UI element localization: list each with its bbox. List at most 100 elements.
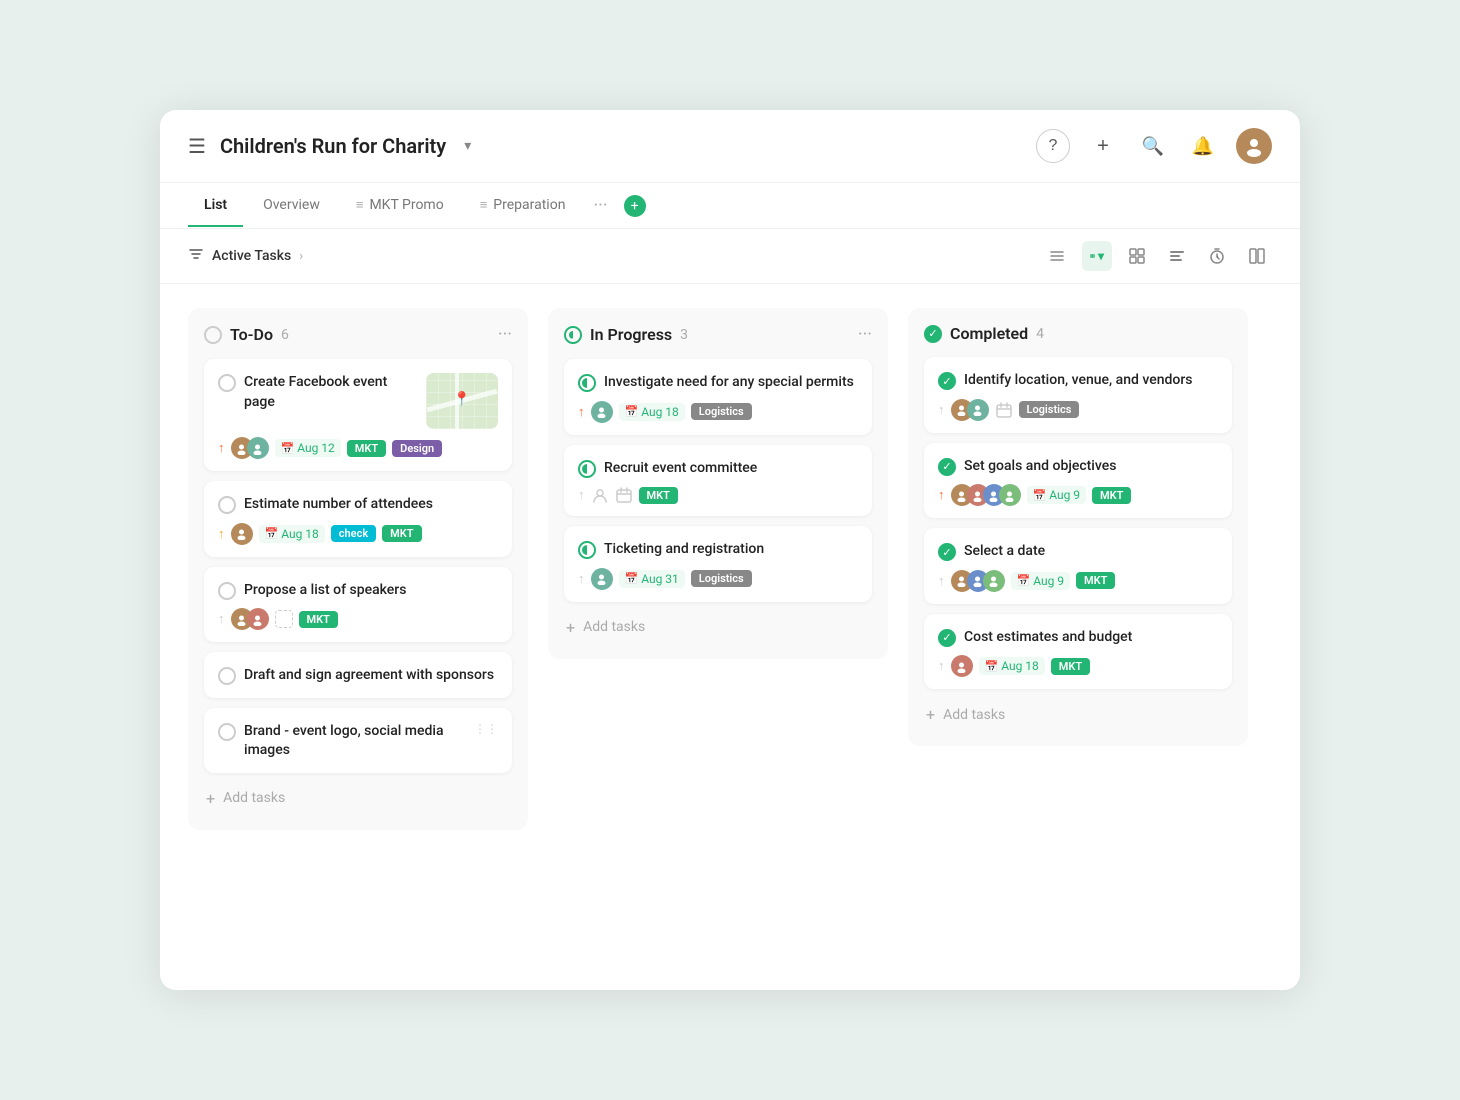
add-tasks-button-inprogress[interactable]: + Add tasks [564, 612, 872, 643]
task-title: Propose a list of speakers [244, 581, 406, 601]
view-list-icon[interactable] [1042, 241, 1072, 271]
task-checkbox[interactable] [578, 460, 596, 478]
task-checkbox[interactable]: ✓ [938, 543, 956, 561]
priority-up-icon: ↑ [218, 611, 225, 627]
task-checkbox[interactable] [578, 374, 596, 392]
calendar-icon: 📅 [625, 572, 639, 585]
task-title: Select a date [964, 542, 1045, 562]
todo-column-title: To-Do [230, 325, 273, 344]
tag-logistics[interactable]: Logistics [691, 403, 752, 420]
search-button[interactable]: 🔍 [1136, 129, 1170, 163]
view-grid-icon[interactable] [1122, 241, 1152, 271]
filter-icon [188, 246, 204, 266]
task-meta: ↑ [938, 484, 1218, 506]
header-left: ☰ Children's Run for Charity ▾ [188, 134, 471, 158]
column-inprogress-header: In Progress 3 ··· [564, 324, 872, 345]
task-meta: ↑ 📅 Aug 18 MKT [938, 655, 1218, 677]
menu-icon[interactable]: ☰ [188, 134, 206, 158]
inprogress-column-more-icon[interactable]: ··· [858, 324, 872, 345]
add-plus-icon: + [566, 618, 575, 637]
task-title: Cost estimates and budget [964, 628, 1132, 648]
date-badge: 📅 Aug 18 [619, 403, 685, 421]
inprogress-column-title: In Progress [590, 325, 672, 344]
tag-design[interactable]: Design [392, 440, 442, 457]
board-view-chevron: ▾ [1098, 249, 1104, 263]
avatar-group [231, 608, 269, 630]
task-checkbox[interactable] [218, 723, 236, 741]
task-drag-actions: ⋮⋮ [474, 722, 498, 736]
task-checkbox-title: Ticketing and registration [578, 540, 858, 560]
priority-up-icon: ↑ [218, 526, 225, 542]
tab-mkt-promo[interactable]: ≡ MKT Promo [340, 185, 460, 227]
date-label: Aug 18 [641, 405, 679, 419]
priority-up-icon: ↑ [218, 440, 225, 456]
notifications-button[interactable]: 🔔 [1186, 129, 1220, 163]
tag-mkt[interactable]: MKT [1076, 572, 1115, 589]
task-card-sponsors[interactable]: Draft and sign agreement with sponsors [204, 652, 512, 698]
add-tab-button[interactable]: + [624, 195, 646, 217]
tag-logistics[interactable]: Logistics [1019, 401, 1080, 418]
task-checkbox[interactable] [578, 541, 596, 559]
completed-column-count: 4 [1036, 326, 1044, 342]
person-placeholder [591, 486, 609, 504]
task-card-speakers[interactable]: Propose a list of speakers ↑ MKT [204, 567, 512, 643]
task-checkbox[interactable]: ✓ [938, 629, 956, 647]
view-split-icon[interactable] [1242, 241, 1272, 271]
task-card-location[interactable]: ✓ Identify location, venue, and vendors … [924, 357, 1232, 433]
calendar-placeholder [995, 401, 1013, 419]
active-tasks-label: Active Tasks [212, 248, 291, 264]
view-timeline-icon[interactable] [1162, 241, 1192, 271]
add-tasks-button-todo[interactable]: + Add tasks [204, 783, 512, 814]
task-card-estimate[interactable]: Estimate number of attendees ↑ 📅 Aug 18 … [204, 481, 512, 557]
user-avatar[interactable] [1236, 128, 1272, 164]
task-card-create-facebook[interactable]: Create Facebook event page 📍 ↑ [204, 359, 512, 471]
task-card-ticketing[interactable]: Ticketing and registration ↑ 📅 Aug 31 Lo… [564, 526, 872, 602]
tab-list[interactable]: List [188, 185, 243, 227]
view-timer-icon[interactable] [1202, 241, 1232, 271]
task-card-select-date[interactable]: ✓ Select a date ↑ [924, 528, 1232, 604]
column-completed: ✓ Completed 4 ✓ Identify location, venue… [908, 308, 1248, 746]
view-board-icon[interactable]: ▾ [1082, 241, 1112, 271]
task-meta: ↑ 📅 Aug 31 Logistics [578, 568, 858, 590]
tag-check[interactable]: check [331, 525, 376, 542]
tag-mkt[interactable]: MKT [1051, 658, 1090, 675]
avatar [967, 399, 989, 421]
help-button[interactable]: ? [1036, 129, 1070, 163]
tab-overview[interactable]: Overview [247, 185, 336, 227]
task-checkbox-title: Investigate need for any special permits [578, 373, 858, 393]
task-title: Set goals and objectives [964, 457, 1116, 477]
task-checkbox-title: ✓ Select a date [938, 542, 1218, 562]
tag-mkt[interactable]: MKT [1092, 487, 1131, 504]
tag-logistics[interactable]: Logistics [691, 570, 752, 587]
task-card-brand[interactable]: Brand - event logo, social media images … [204, 708, 512, 773]
task-card-permits[interactable]: Investigate need for any special permits… [564, 359, 872, 435]
date-label: Aug 18 [281, 527, 319, 541]
header-right: ? + 🔍 🔔 [1036, 128, 1272, 164]
add-button[interactable]: + [1086, 129, 1120, 163]
task-checkbox[interactable]: ✓ [938, 372, 956, 390]
task-checkbox[interactable] [218, 667, 236, 685]
task-card-committee[interactable]: Recruit event committee ↑ MKT [564, 445, 872, 517]
task-checkbox[interactable] [218, 496, 236, 514]
task-checkbox[interactable] [218, 374, 236, 392]
tag-mkt[interactable]: MKT [382, 525, 421, 542]
task-meta: ↑ 📅 Aug 9 [938, 570, 1218, 592]
task-card-goals[interactable]: ✓ Set goals and objectives ↑ [924, 443, 1232, 519]
project-dropdown-icon[interactable]: ▾ [464, 138, 471, 154]
date-badge: 📅 Aug 9 [1027, 486, 1087, 504]
tabs-more-icon[interactable]: ··· [585, 183, 615, 228]
avatar [983, 570, 1005, 592]
todo-column-count: 6 [281, 327, 289, 343]
tab-preparation[interactable]: ≡ Preparation [464, 185, 582, 227]
toolbar: Active Tasks › ▾ [160, 229, 1300, 284]
drag-handle-icon: ⋮⋮ [474, 722, 498, 736]
task-card-budget[interactable]: ✓ Cost estimates and budget ↑ 📅 Aug 18 M… [924, 614, 1232, 690]
tag-mkt[interactable]: MKT [299, 611, 338, 628]
task-checkbox[interactable] [218, 582, 236, 600]
tag-mkt[interactable]: MKT [347, 440, 386, 457]
add-tasks-button-completed[interactable]: + Add tasks [924, 699, 1232, 730]
tag-mkt[interactable]: MKT [639, 487, 678, 504]
task-checkbox[interactable]: ✓ [938, 458, 956, 476]
todo-column-more-icon[interactable]: ··· [498, 324, 512, 345]
avatar-group [951, 399, 989, 421]
